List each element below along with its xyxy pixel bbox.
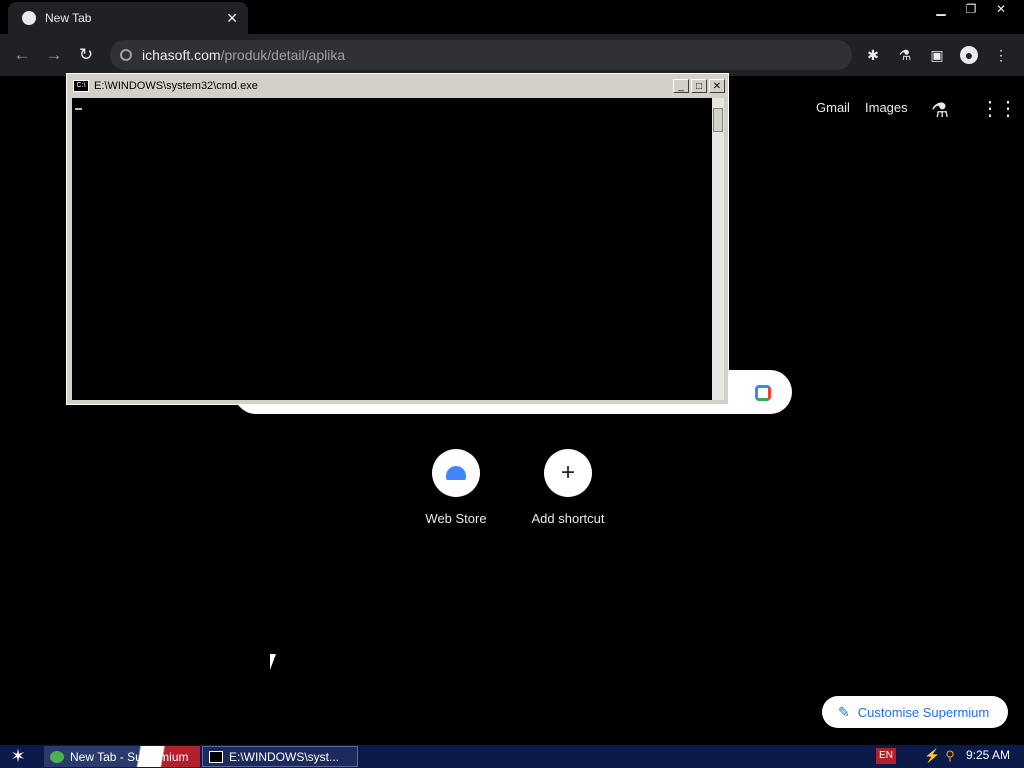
taskbar: ✶ New Tab - Supermium E:\WINDOWS\syst... <box>0 745 1024 768</box>
shortcut-label: Add shortcut <box>531 511 605 526</box>
browser-icon <box>50 750 64 763</box>
cmd-minimize-button[interactable]: _ <box>673 79 689 93</box>
forward-icon[interactable]: → <box>44 45 64 65</box>
taskbar-item-label: New Tab - Supermium <box>70 749 189 764</box>
apps-grid-icon[interactable]: ⋮⋮⋮ <box>980 96 1024 121</box>
images-link[interactable]: Images <box>865 100 908 115</box>
search-icon[interactable]: ⚲ <box>942 748 958 764</box>
taskbar-item-browser[interactable]: New Tab - Supermium <box>44 746 200 767</box>
shortcut-add[interactable]: + Add shortcut <box>512 449 624 526</box>
labs-icon[interactable]: ⚗ <box>931 98 949 123</box>
cmd-icon <box>209 750 223 763</box>
mouse-pointer-icon <box>270 654 276 670</box>
network-icon[interactable]: ⚡ <box>924 748 940 764</box>
cmd-close-button[interactable]: ✕ <box>709 79 725 93</box>
close-window-button[interactable]: ✕ <box>986 0 1016 18</box>
start-star-icon[interactable]: ✶ <box>6 746 30 766</box>
cmd-app-icon: C:\ <box>73 80 89 92</box>
taskbar-item-label: E:\WINDOWS\syst... <box>229 749 339 764</box>
pencil-icon: ✎ <box>838 703 850 720</box>
menu-kebab-icon[interactable]: ⋮ <box>992 46 1010 64</box>
reload-icon[interactable]: ↻ <box>76 45 96 65</box>
url-text: ichasoft.com/produk/detail/aplika <box>142 47 345 63</box>
cmd-title: E:\WINDOWS\system32\cmd.exe <box>94 80 258 92</box>
labs-flask-icon[interactable]: ⚗ <box>896 46 914 64</box>
tab-strip: New Tab ✕ ▁ ❐ ✕ <box>0 0 1024 34</box>
address-bar[interactable]: ichasoft.com/produk/detail/aplika <box>110 40 852 70</box>
google-lens-icon[interactable] <box>755 385 771 401</box>
clock[interactable]: 9:25 AM <box>966 748 1010 762</box>
cmd-console[interactable] <box>72 98 712 400</box>
minimize-window-button[interactable]: ▁ <box>926 0 956 18</box>
tab-new-tab[interactable]: New Tab ✕ <box>8 2 248 34</box>
back-icon[interactable]: ← <box>12 45 32 65</box>
customise-button[interactable]: ✎ Customise Supermium <box>822 696 1008 728</box>
cmd-titlebar[interactable]: C:\ E:\WINDOWS\system32\cmd.exe _ □ ✕ <box>70 77 725 95</box>
url-path: /produk/detail/aplika <box>220 47 346 63</box>
tab-title: New Tab <box>45 11 92 25</box>
window-controls: ▁ ❐ ✕ <box>926 0 1016 18</box>
plus-icon: + <box>544 449 592 497</box>
shortcut-web-store[interactable]: Web Store <box>400 449 512 526</box>
cmd-scrollbar[interactable] <box>712 98 724 400</box>
language-indicator[interactable]: EN <box>876 748 896 764</box>
browser-toolbar: ← → ↻ ichasoft.com/produk/detail/aplika … <box>0 34 1024 76</box>
web-store-icon <box>432 449 480 497</box>
side-panel-icon[interactable]: ▣ <box>928 46 946 64</box>
url-domain: ichasoft.com <box>142 47 221 63</box>
cmd-window[interactable]: C:\ E:\WINDOWS\system32\cmd.exe _ □ ✕ <box>66 73 729 405</box>
chrome-favicon-icon <box>22 11 36 25</box>
shortcut-label: Web Store <box>425 511 487 526</box>
text-cursor <box>75 108 82 110</box>
gmail-link[interactable]: Gmail <box>816 100 850 115</box>
extensions-icon[interactable]: ✱ <box>864 46 882 64</box>
customise-label: Customise Supermium <box>857 704 990 720</box>
site-info-icon[interactable] <box>120 49 132 61</box>
restore-window-button[interactable]: ❐ <box>956 0 986 18</box>
profile-avatar-icon[interactable]: ● <box>960 46 978 64</box>
scroll-thumb[interactable] <box>713 108 723 132</box>
cmd-maximize-button[interactable]: □ <box>691 79 707 93</box>
taskbar-item-cmd[interactable]: E:\WINDOWS\syst... <box>202 746 358 767</box>
close-tab-icon[interactable]: ✕ <box>226 10 238 27</box>
